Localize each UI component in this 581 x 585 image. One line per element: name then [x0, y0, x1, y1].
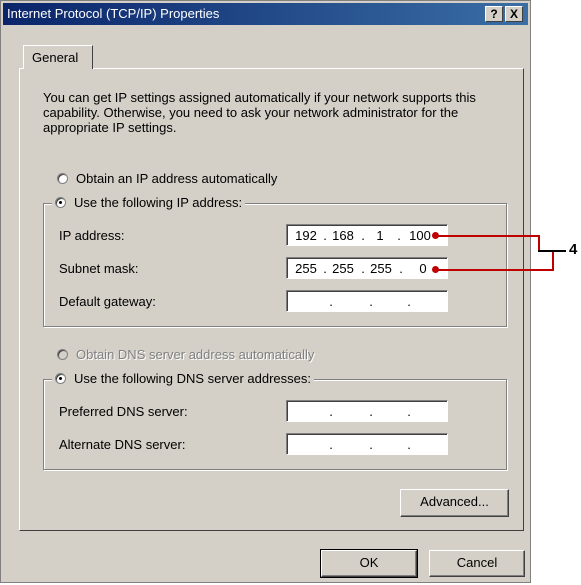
- default-gateway-label: Default gateway:: [59, 294, 156, 309]
- ok-button[interactable]: OK: [320, 549, 418, 578]
- callout-number: 4: [569, 241, 578, 258]
- use-following-dns-radio[interactable]: [55, 373, 66, 384]
- use-following-ip-radio[interactable]: [55, 197, 66, 208]
- use-following-dns-label: Use the following DNS server addresses:: [74, 371, 311, 386]
- obtain-ip-auto-label: Obtain an IP address automatically: [76, 171, 278, 186]
- callout-bracket-bottom: [552, 250, 554, 271]
- title-bar[interactable]: Internet Protocol (TCP/IP) Properties ? …: [3, 3, 528, 25]
- help-button[interactable]: ?: [485, 6, 503, 22]
- obtain-ip-auto-radio[interactable]: [57, 173, 68, 184]
- tab-general-label: General: [32, 50, 79, 65]
- obtain-dns-auto-radio[interactable]: [57, 349, 68, 360]
- ip-address-label: IP address:: [59, 228, 125, 243]
- window-title: Internet Protocol (TCP/IP) Properties: [7, 6, 220, 21]
- use-following-ip-label: Use the following IP address:: [74, 195, 243, 210]
- callout-leader: [538, 250, 566, 252]
- dns-server-group: [43, 379, 507, 470]
- subnet-mask-field[interactable]: 255 . 255 . 255 . 0: [286, 257, 448, 279]
- cancel-button[interactable]: Cancel: [429, 550, 525, 577]
- tcpip-properties-dialog: Internet Protocol (TCP/IP) Properties ? …: [0, 0, 531, 583]
- close-button[interactable]: X: [505, 6, 523, 22]
- use-following-ip-option[interactable]: Use the following IP address:: [52, 195, 246, 210]
- alternate-dns-field[interactable]: . . .: [286, 433, 448, 455]
- obtain-dns-auto-option[interactable]: Obtain DNS server address automatically: [57, 347, 314, 362]
- tab-general[interactable]: General: [23, 45, 93, 69]
- obtain-dns-auto-label: Obtain DNS server address automatically: [76, 347, 315, 362]
- ip-address-field[interactable]: 192 . 168 . 1 . 100: [286, 224, 448, 246]
- alternate-dns-label: Alternate DNS server:: [59, 437, 186, 452]
- callout-line-ip: [436, 235, 538, 237]
- preferred-dns-field[interactable]: . . .: [286, 400, 448, 422]
- preferred-dns-label: Preferred DNS server:: [59, 404, 188, 419]
- callout-line-subnet: [436, 269, 552, 271]
- obtain-ip-auto-option[interactable]: Obtain an IP address automatically: [57, 171, 277, 186]
- subnet-mask-label: Subnet mask:: [59, 261, 139, 276]
- use-following-dns-option[interactable]: Use the following DNS server addresses:: [52, 371, 314, 386]
- default-gateway-field[interactable]: . . .: [286, 290, 448, 312]
- advanced-button[interactable]: Advanced...: [400, 489, 509, 517]
- description-text: You can get IP settings assigned automat…: [43, 90, 476, 135]
